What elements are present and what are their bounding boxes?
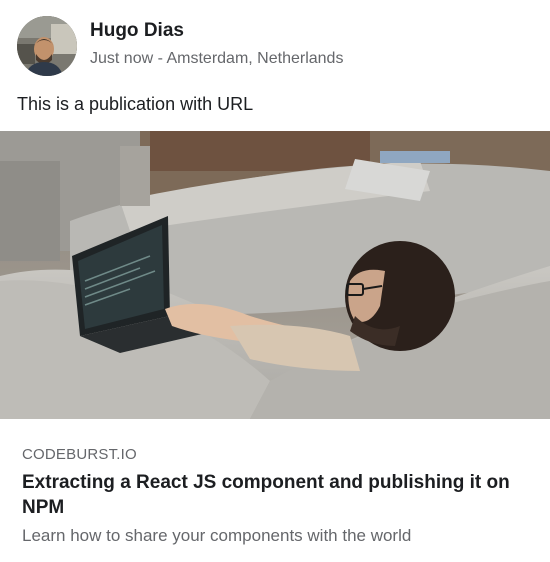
post-timestamp-location: Just now - Amsterdam, Netherlands xyxy=(90,50,344,67)
avatar-image xyxy=(17,16,77,76)
link-preview-image[interactable] xyxy=(0,131,550,419)
link-title[interactable]: Extracting a React JS component and publ… xyxy=(22,470,522,520)
post-header: Hugo Dias Just now - Amsterdam, Netherla… xyxy=(0,0,550,90)
link-preview-card[interactable]: CODEBURST.IO Extracting a React JS compo… xyxy=(0,131,550,562)
link-domain: CODEBURST.IO xyxy=(22,446,137,463)
post-text: This is a publication with URL xyxy=(17,94,254,114)
avatar[interactable] xyxy=(17,16,77,76)
post-card: Hugo Dias Just now - Amsterdam, Netherla… xyxy=(0,0,550,562)
author-name[interactable]: Hugo Dias xyxy=(90,20,184,42)
person-on-couch-illustration xyxy=(0,131,550,419)
link-preview-info[interactable]: CODEBURST.IO Extracting a React JS compo… xyxy=(0,419,550,562)
link-description: Learn how to share your components with … xyxy=(22,526,412,545)
